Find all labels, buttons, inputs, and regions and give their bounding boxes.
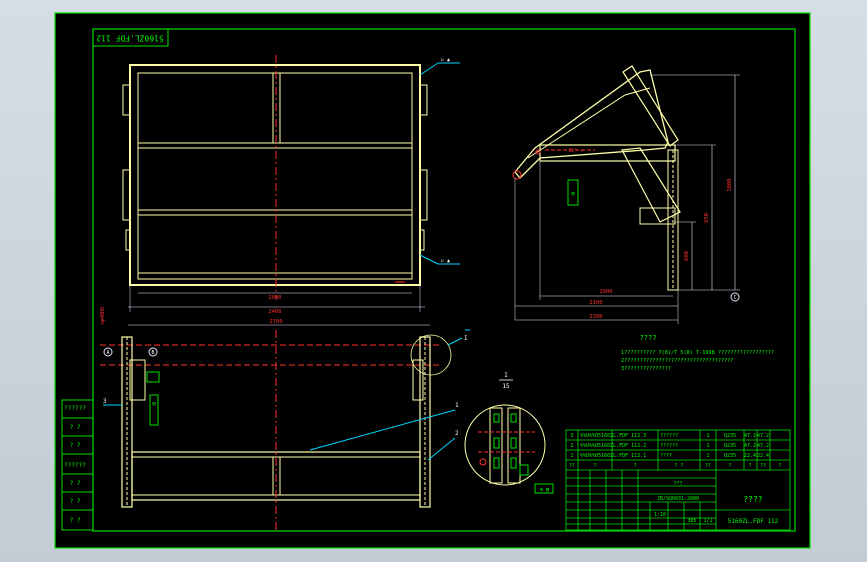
header-qty: ??	[705, 463, 711, 469]
drawing-number: 5160ZL.FDF 112	[728, 518, 779, 525]
part-2-mat: Q235	[724, 443, 736, 449]
part-1-no: 1	[570, 453, 573, 459]
scale-value: 1:10	[654, 512, 666, 518]
datum-b-label: B	[151, 350, 154, 356]
stamp-row-3: ? ?	[70, 442, 81, 449]
header-mat: ?	[728, 463, 731, 469]
balloon-i-callout: I	[464, 335, 468, 342]
svg-text:▤: ▤	[571, 191, 574, 197]
drawing-title: ????	[743, 495, 762, 504]
part-2-total: 47.2	[757, 443, 769, 449]
stamp-row-5: ? ?	[70, 480, 81, 487]
header-name: ?	[633, 463, 636, 469]
notes-line-2: 2???????????????????????????????????	[621, 358, 733, 364]
stamp-row-4: ??????	[64, 462, 86, 469]
stamp-row-2: ? ?	[70, 424, 81, 431]
cad-drawing-sheet[interactable]: 5160ZL.FDF 112 ?????? ? ? ? ? ?????? ? ?…	[0, 0, 867, 562]
part-3-mat: Q235	[724, 433, 736, 439]
detail-scale: 15	[502, 383, 510, 390]
part-2-name: ??????	[660, 443, 678, 449]
datum-a-label: A	[106, 350, 109, 356]
dim-base-outer: 2300	[589, 314, 602, 320]
stamp-row-1: ??????	[64, 405, 86, 412]
sheet-value: 1/1	[703, 518, 712, 524]
header-remark: ?	[778, 463, 781, 469]
dim-plan-inner: 2000	[268, 295, 281, 301]
part-3-no: 3	[570, 433, 573, 439]
part-3-qty: 1	[706, 433, 709, 439]
part-2-weight: 47.2	[744, 443, 756, 449]
part-1-total: 22.4	[757, 453, 769, 459]
header-no: ??	[569, 463, 575, 469]
standard-code: JB/SQ0031-2000	[657, 496, 699, 502]
stamp-row-7: ? ?	[70, 517, 81, 524]
datum-c-label: C	[733, 295, 736, 301]
dim-side-low: 600	[684, 251, 690, 261]
part-3-total: 47.2	[757, 433, 769, 439]
part-2-no: 2	[570, 443, 573, 449]
part-1-code: %%U%%O5160ZL.FDF 112.1	[580, 453, 646, 459]
svg-text:⊕ ▤: ⊕ ▤	[540, 487, 549, 493]
svg-text:+φ40H8: +φ40H8	[100, 307, 106, 325]
dim-base-inner: 1900	[599, 289, 612, 295]
part-3-weight: 47.2	[744, 433, 756, 439]
detail-label: I	[504, 372, 508, 379]
part-1-mat: Q235	[724, 453, 736, 459]
rotated-drawing-code: 5160ZL.FDF 112	[96, 34, 164, 43]
notes-line-3: 3???????????????	[621, 366, 671, 372]
dim-plan-outer: 2400	[268, 309, 281, 315]
svg-text:▷ ▲: ▷ ▲	[441, 258, 450, 264]
stamp-row-6: ? ?	[70, 498, 81, 505]
svg-text:▷ ▲: ▷ ▲	[441, 57, 450, 63]
part-1-qty: 1	[706, 453, 709, 459]
dim-side-total: 1800	[727, 178, 733, 191]
part-3-name: ??????	[660, 433, 678, 439]
balloon-2: 2	[455, 430, 459, 437]
dim-side-mid: 950	[704, 213, 710, 223]
part-3-code: %%U%%O5160ZL.FDF 112.3	[580, 433, 646, 439]
balloon-3: 3	[103, 398, 107, 405]
notes-line-1: 1?????????? 7(8)/T 5(8) T-1998 ?????????…	[621, 350, 774, 356]
header-weight: ?	[748, 463, 751, 469]
dim-base-mid: 2100	[589, 300, 602, 306]
part-2-qty: 1	[706, 443, 709, 449]
svg-text:15° ↗: 15° ↗	[568, 148, 583, 154]
balloon-1-front: 1	[455, 402, 459, 409]
part-1-name: ????	[660, 453, 672, 459]
dim-front-width: 2700	[269, 319, 282, 325]
notes-title: ????	[640, 334, 657, 342]
header-total: ??	[760, 463, 766, 469]
sheet-background	[55, 13, 810, 548]
company-name: ???	[673, 481, 682, 487]
svg-text:▤: ▤	[152, 401, 155, 407]
header-code: ?	[593, 463, 596, 469]
part-2-code: %%U%%O5160ZL.FDF 112.2	[580, 443, 646, 449]
weight-value: 385	[687, 518, 696, 524]
part-1-weight: 22.4	[744, 453, 756, 459]
header-spec: ? ?	[674, 463, 683, 469]
